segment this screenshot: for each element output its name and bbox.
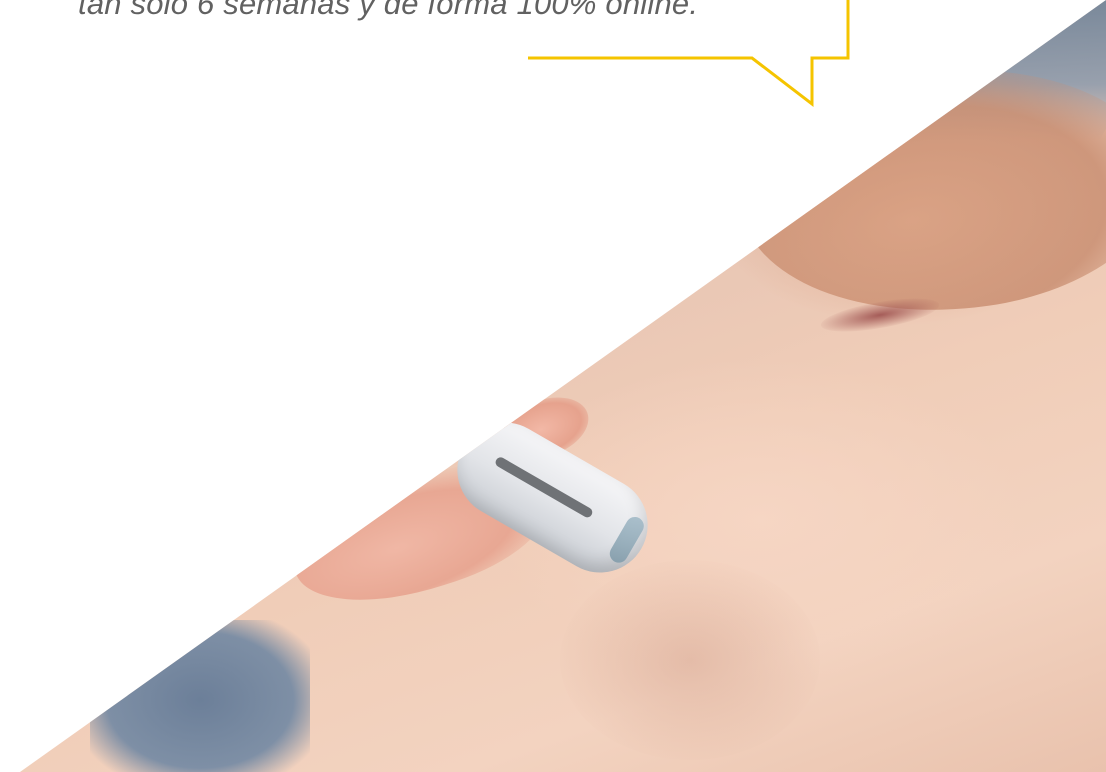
photo-arm xyxy=(725,41,1106,339)
quote-text: tan solo 6 semanas y de forma 100% onlin… xyxy=(78,0,699,21)
photo-skin-shadow xyxy=(560,560,820,760)
ultrasound-photo xyxy=(20,0,1106,772)
probe-lens xyxy=(606,513,648,566)
probe-strip xyxy=(493,455,595,520)
photo-blue-cloth xyxy=(90,620,310,772)
hero-stage: tan solo 6 semanas y de forma 100% onlin… xyxy=(0,0,1106,772)
